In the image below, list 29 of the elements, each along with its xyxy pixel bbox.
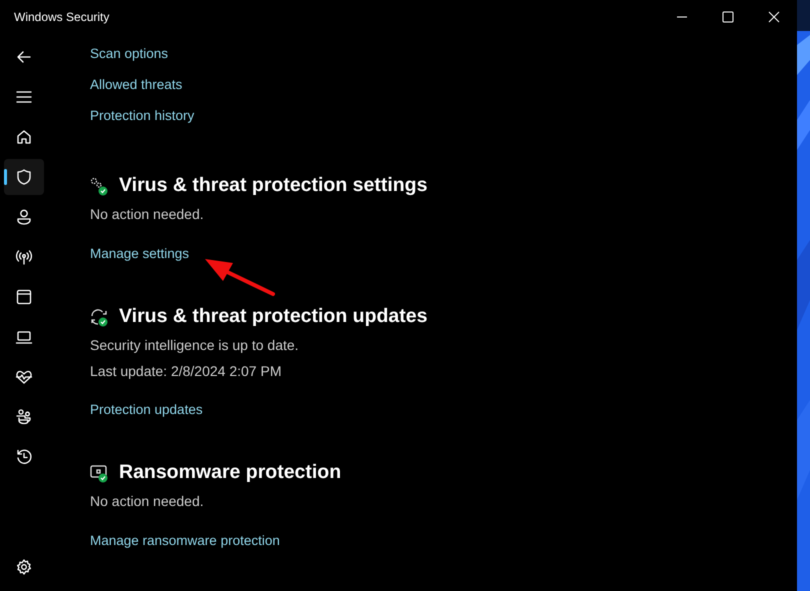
heart-pulse-icon <box>15 368 33 386</box>
status-text: Last update: 2/8/2024 2:07 PM <box>90 363 282 379</box>
close-icon <box>768 11 780 23</box>
status-text: No action needed. <box>90 206 204 222</box>
section-heading: Virus & threat protection settings <box>119 174 428 197</box>
home-icon <box>15 128 33 146</box>
person-icon <box>15 208 33 226</box>
settings-icon <box>15 558 33 576</box>
nav-button[interactable] <box>4 159 44 195</box>
maximize-icon <box>722 11 734 23</box>
status-text: No action needed. <box>90 493 204 509</box>
window-title: Windows Security <box>14 10 110 24</box>
people-icon <box>15 408 33 426</box>
history-icon <box>15 448 33 466</box>
section-link[interactable]: Manage ransomware protection <box>90 533 280 548</box>
shield-icon <box>15 168 33 186</box>
nav-link[interactable]: Allowed threats <box>90 77 182 92</box>
gears-check-icon <box>89 176 109 196</box>
antenna-icon <box>15 248 33 266</box>
lockbox-check-icon <box>89 462 109 482</box>
section-link[interactable]: Protection updates <box>90 402 203 417</box>
nav-link[interactable]: Scan options <box>90 46 168 61</box>
window-icon <box>15 288 33 306</box>
sync-check-icon <box>89 306 109 326</box>
status-text: Security intelligence is up to date. <box>90 337 299 353</box>
section-heading: Ransomware protection <box>119 461 342 484</box>
section-link[interactable]: Manage settings <box>90 246 190 261</box>
nav-link[interactable]: Protection history <box>90 108 194 123</box>
section-heading: Virus & threat protection updates <box>119 305 428 328</box>
